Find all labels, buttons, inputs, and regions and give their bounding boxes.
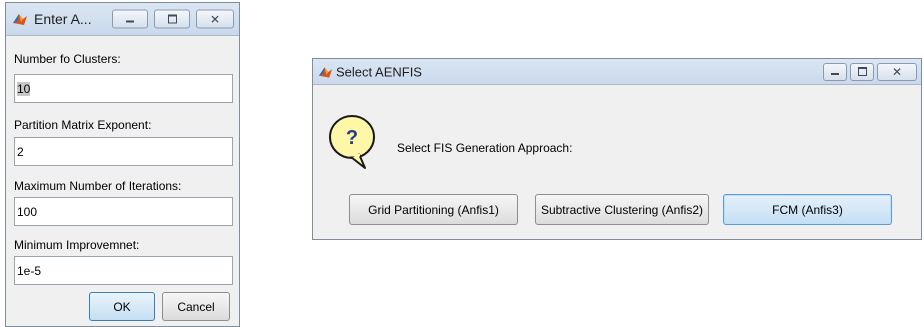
iterations-value: 100 [17, 204, 38, 219]
grid-partitioning-button[interactable]: Grid Partitioning (Anfis1) [349, 194, 518, 225]
improvement-field[interactable]: 1e-5 [14, 256, 233, 285]
window-title: Enter A... [34, 11, 92, 27]
close-icon: ✕ [209, 12, 221, 26]
maximize-icon [857, 67, 867, 76]
exponent-field[interactable]: 2 [14, 137, 233, 166]
improvement-value: 1e-5 [17, 263, 42, 278]
maximize-button[interactable] [154, 9, 190, 29]
ok-button[interactable]: OK [89, 292, 155, 321]
subtractive-clustering-button[interactable]: Subtractive Clustering (Anfis2) [535, 194, 709, 225]
maximize-button[interactable] [850, 62, 874, 81]
clusters-value: 10 [17, 81, 31, 96]
minimize-button[interactable] [112, 9, 148, 29]
minimize-button[interactable] [823, 62, 847, 81]
window-title: Select AENFIS [336, 64, 422, 79]
minimize-icon [126, 20, 134, 22]
fcm-button[interactable]: FCM (Anfis3) [723, 194, 892, 225]
exponent-value: 2 [17, 144, 24, 159]
matlab-logo-icon [318, 66, 333, 78]
cancel-button[interactable]: Cancel [162, 292, 230, 321]
minimize-icon [831, 72, 839, 75]
close-icon: ✕ [891, 64, 903, 79]
title-bar: Enter A... ✕ [6, 3, 239, 36]
question-icon: ? [329, 115, 375, 169]
iterations-field[interactable]: 100 [14, 197, 233, 226]
question-mark: ? [346, 127, 358, 149]
maximize-icon [167, 14, 177, 24]
iterations-label: Maximum Number of Iterations: [14, 179, 182, 193]
enter-parameters-dialog: Enter A... ✕ Number fo Clusters: 10 Part… [5, 2, 240, 327]
exponent-label: Partition Matrix Exponent: [14, 118, 152, 132]
matlab-logo-icon [13, 14, 27, 25]
prompt-text: Select FIS Generation Approach: [397, 141, 573, 155]
clusters-label: Number fo Clusters: [14, 52, 121, 66]
select-aenfis-dialog: Select AENFIS ✕ ? Select FIS Generation … [312, 58, 922, 240]
title-bar: Select AENFIS ✕ [313, 59, 921, 85]
close-button[interactable]: ✕ [196, 9, 234, 29]
improvement-label: Minimum Improvemnet: [14, 238, 140, 252]
clusters-field[interactable]: 10 [14, 74, 233, 103]
close-button[interactable]: ✕ [877, 62, 917, 81]
